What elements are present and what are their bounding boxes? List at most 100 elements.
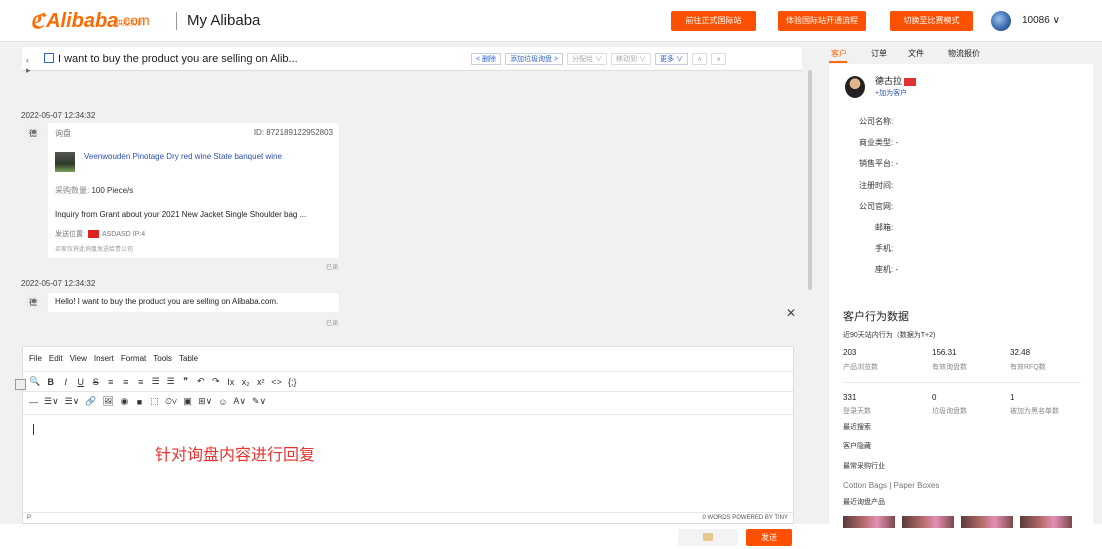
chevron-left-icon[interactable]: ‹ ▸ bbox=[26, 55, 34, 75]
element-path: P bbox=[27, 515, 32, 521]
send-location: 发送位置: ASDASD IP:4 bbox=[55, 230, 146, 238]
subscript-icon[interactable]: x₂ bbox=[241, 377, 250, 387]
redo-icon[interactable]: ↷ bbox=[211, 376, 220, 387]
menu-table[interactable]: Table bbox=[179, 354, 198, 363]
edit-icon[interactable] bbox=[44, 53, 54, 63]
stat-label: 登录天数 bbox=[843, 408, 871, 415]
goto-official-site-button[interactable]: 前往正式国际站 bbox=[671, 11, 756, 31]
quote-icon[interactable]: ❞ bbox=[181, 376, 190, 387]
tab-logistics[interactable]: 物流报价 bbox=[948, 48, 980, 59]
menu-file[interactable]: File bbox=[29, 354, 42, 363]
product-thumbnail[interactable] bbox=[55, 152, 75, 172]
menu-insert[interactable]: Insert bbox=[94, 354, 114, 363]
outdent-icon[interactable]: ☰ bbox=[151, 376, 160, 387]
italic-icon[interactable]: I bbox=[61, 377, 70, 387]
clock-icon[interactable]: ⏲∨ bbox=[165, 396, 177, 407]
send-button[interactable]: 发送 bbox=[746, 529, 792, 546]
inquiry-text: Inquiry from Grant about your 2021 New J… bbox=[55, 210, 307, 219]
field-website: 公司官网: bbox=[859, 202, 894, 211]
superscript-icon[interactable]: x² bbox=[256, 377, 265, 387]
product-thumbnail[interactable] bbox=[902, 516, 954, 528]
delete-button[interactable]: < 删除 bbox=[471, 53, 502, 65]
product-thumbnail[interactable] bbox=[1020, 516, 1072, 528]
bold-icon[interactable]: B bbox=[46, 377, 55, 387]
editor-toolbar-row-1: 🔍 B I U S ≡ ≡ ≡ ☰ ☰ ❞ ↶ ↷ Ix x₂ x² <> {;… bbox=[23, 371, 795, 391]
code-icon[interactable]: <> bbox=[271, 377, 282, 387]
stat-label: 有效RFQ数 bbox=[1010, 364, 1046, 371]
table-icon[interactable]: ⊞∨ bbox=[198, 396, 212, 407]
reply-textarea[interactable]: 针对询盘内容进行回复 bbox=[23, 414, 795, 512]
scrollbar[interactable] bbox=[808, 70, 812, 290]
bullet-list-icon[interactable]: ☰∨ bbox=[44, 396, 59, 407]
section-recent-search: 最近搜索 bbox=[843, 424, 871, 431]
bookmark-icon[interactable]: ■ bbox=[135, 397, 144, 407]
product-title-link[interactable]: Veenwouden Pinotage Dry red wine State b… bbox=[84, 152, 284, 161]
inquiry-note: 买家仅将此询盘发送给贵公司 bbox=[55, 247, 134, 253]
inquiry-label: 询盘 bbox=[55, 129, 71, 138]
field-company-name: 公司名称: bbox=[859, 117, 894, 126]
stat-label: 产品浏览数 bbox=[843, 364, 878, 371]
editor-status-bar: P 0 WORDS POWERED BY TINY bbox=[23, 512, 795, 524]
add-customer-link[interactable]: +加为客户 bbox=[875, 88, 907, 98]
tab-orders[interactable]: 订单 bbox=[871, 48, 887, 59]
menu-format[interactable]: Format bbox=[121, 354, 146, 363]
product-thumbnail[interactable] bbox=[843, 516, 895, 528]
align-left-icon[interactable]: ≡ bbox=[106, 377, 115, 387]
close-icon[interactable]: ✕ bbox=[786, 306, 796, 320]
image-icon[interactable]: 🖼 bbox=[103, 396, 114, 407]
field-landline: 座机: - bbox=[875, 265, 899, 274]
emoji-icon[interactable]: ☺ bbox=[218, 397, 227, 407]
stat-label: 被加为黑名单数 bbox=[1010, 408, 1059, 415]
user-menu[interactable]: 10086 ∨ bbox=[1022, 15, 1060, 26]
menu-view[interactable]: View bbox=[70, 354, 87, 363]
page-break-icon[interactable]: ⬚ bbox=[150, 396, 159, 407]
attachment-button[interactable] bbox=[678, 529, 738, 546]
link-icon[interactable]: 🔗 bbox=[85, 396, 96, 407]
avatar[interactable] bbox=[991, 11, 1011, 31]
strikethrough-icon[interactable]: S bbox=[91, 377, 100, 387]
field-sales-platform: 销售平台: - bbox=[859, 159, 899, 168]
indent-icon[interactable]: ☰ bbox=[166, 376, 175, 387]
undo-icon[interactable]: ↶ bbox=[196, 376, 205, 387]
chevron-up-icon[interactable]: ∧ bbox=[691, 53, 708, 65]
underline-icon[interactable]: U bbox=[76, 377, 85, 387]
tab-files[interactable]: 文件 bbox=[908, 48, 924, 59]
industry-tags: Cotton Bags | Paper Boxes bbox=[843, 481, 940, 490]
mark-spam-button[interactable]: 添加垃圾询盘 > bbox=[505, 53, 564, 65]
clear-format-icon[interactable]: Ix bbox=[226, 377, 235, 387]
move-dropdown[interactable]: 移动到 ∨ bbox=[611, 53, 651, 65]
chevron-down-icon[interactable]: ∨ bbox=[711, 53, 727, 65]
translate-icon[interactable] bbox=[15, 379, 26, 390]
reply-editor: File Edit View Insert Format Tools Table… bbox=[22, 346, 795, 524]
align-center-icon[interactable]: ≡ bbox=[121, 377, 130, 387]
align-right-icon[interactable]: ≡ bbox=[136, 377, 145, 387]
code-block-icon[interactable]: {;} bbox=[288, 377, 297, 387]
top-bar: ℭ Alibaba .com 供应实训 My Alibaba 前往正式国际站 体… bbox=[0, 0, 1102, 42]
experience-flow-button[interactable]: 体验国际站开通流程 bbox=[778, 11, 866, 31]
stat-value: 0 bbox=[932, 393, 937, 402]
menu-tools[interactable]: Tools bbox=[153, 354, 172, 363]
section-hidden: 客户隐藏 bbox=[843, 443, 871, 450]
assign-dropdown[interactable]: 分配给 ∨ bbox=[567, 53, 608, 65]
sender-avatar: 德 bbox=[25, 126, 41, 142]
customer-name: 德古拉 bbox=[875, 74, 917, 87]
more-dropdown[interactable]: 更多 ∨ bbox=[655, 53, 688, 65]
stat-value: 203 bbox=[843, 348, 857, 357]
horizontal-rule-icon[interactable]: — bbox=[29, 397, 38, 407]
switch-mode-button[interactable]: 切换至比赛模式 bbox=[890, 11, 973, 31]
inquiry-card: 询盘 ID: 872189122952803 Veenwouden Pinota… bbox=[48, 123, 339, 258]
text-color-icon[interactable]: A∨ bbox=[233, 396, 246, 407]
message-timestamp: 2022-05-07 12:34:32 bbox=[21, 279, 96, 288]
stats-subtitle: 近90天站内行为（数据为T+2) bbox=[843, 332, 936, 339]
menu-edit[interactable]: Edit bbox=[49, 354, 63, 363]
media-icon[interactable]: ▣ bbox=[183, 396, 192, 407]
subject-bar: ‹ ▸ I want to buy the product you are se… bbox=[22, 47, 802, 75]
preview-icon[interactable]: ◉ bbox=[120, 396, 129, 407]
tab-customer[interactable]: 客户 bbox=[831, 48, 847, 59]
divider bbox=[843, 382, 1081, 383]
search-icon[interactable]: 🔍 bbox=[29, 376, 40, 387]
numbered-list-icon[interactable]: ☰∨ bbox=[65, 396, 80, 407]
product-thumbnail[interactable] bbox=[961, 516, 1013, 528]
highlight-icon[interactable]: ✎∨ bbox=[252, 396, 266, 407]
customer-sidebar: 客户 订单 文件 物流报价 德古拉 +加为客户 公司名称: 商业类型: - 销售… bbox=[829, 44, 1093, 528]
